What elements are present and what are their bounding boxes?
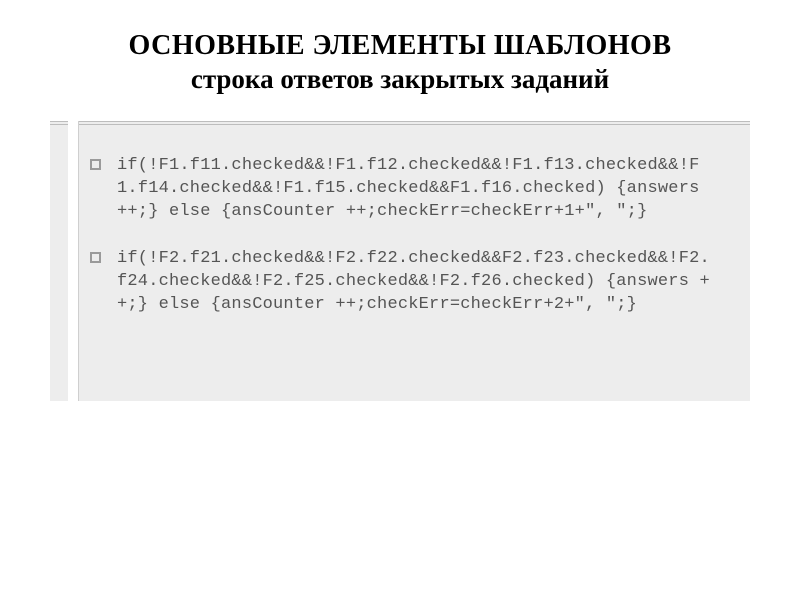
title-block: ОСНОВНЫЕ ЭЛЕМЕНТЫ ШАБЛОНОВ строка ответо…: [50, 30, 750, 95]
bullet-text: if(!F1.f11.checked&&!F1.f12.checked&&!F1…: [117, 155, 720, 224]
content-box: if(!F1.f11.checked&&!F1.f12.checked&&!F1…: [50, 121, 750, 401]
bullet-square-icon: [90, 159, 101, 170]
list-item: if(!F1.f11.checked&&!F1.f12.checked&&!F1…: [90, 155, 720, 224]
bullet-text: if(!F2.f21.checked&&!F2.f22.checked&&F2.…: [117, 248, 720, 317]
bullet-square-icon: [90, 252, 101, 263]
list-item: if(!F2.f21.checked&&!F2.f22.checked&&F2.…: [90, 248, 720, 317]
title-line-1: ОСНОВНЫЕ ЭЛЕМЕНТЫ ШАБЛОНОВ: [50, 30, 750, 62]
title-line-2: строка ответов закрытых заданий: [50, 64, 750, 95]
slide: ОСНОВНЫЕ ЭЛЕМЕНТЫ ШАБЛОНОВ строка ответо…: [0, 0, 800, 600]
